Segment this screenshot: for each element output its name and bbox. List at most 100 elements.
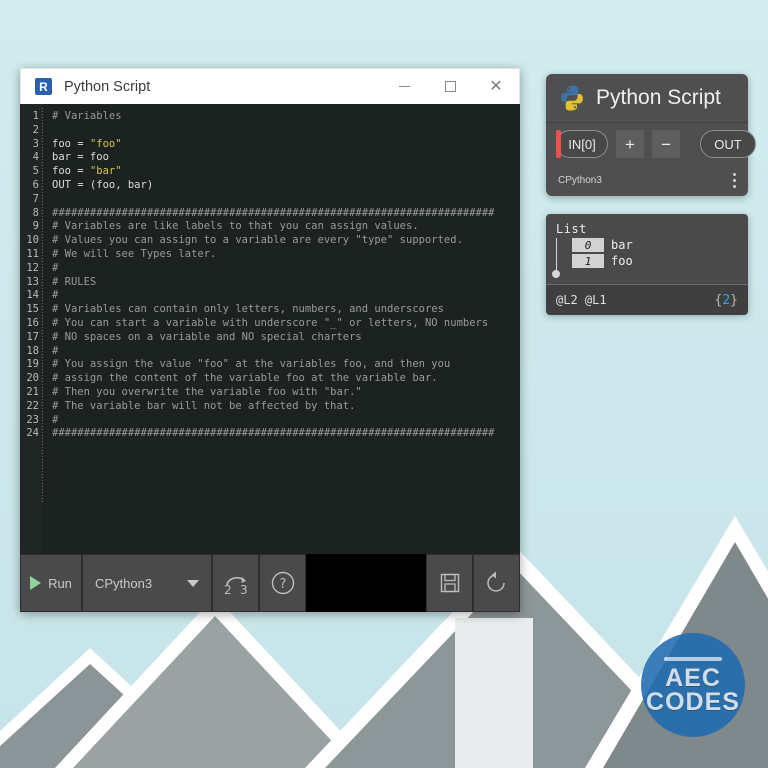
input-port-in0[interactable]: IN[0] — [556, 130, 608, 158]
code-token: # We will see Types later. — [52, 247, 217, 260]
rhino-r-icon: R — [35, 78, 52, 95]
code-line: # NO spaces on a variable and NO special… — [52, 331, 520, 345]
list-output-panel: List 0 bar 1 foo @L2 @L1 {2} — [546, 214, 748, 315]
code-token: # You can start a variable with undersco… — [52, 316, 489, 329]
code-editor[interactable]: 1 2 3 4 5 6 7 8 9 10 11 12 13 14 15 16 17 18 19 20 21 22 23 24 … — [20, 104, 520, 554]
list-footer: @L2 @L1 {2} — [546, 284, 748, 315]
list-count-badge: {2} — [715, 293, 738, 308]
line-number: 18 — [26, 344, 39, 357]
code-line: # assign the content of the variable foo… — [52, 372, 520, 386]
count-brace-close: } — [730, 292, 738, 308]
code-token: bar = foo — [52, 151, 109, 164]
code-token: "bar" — [89, 165, 122, 178]
reset-button[interactable] — [473, 554, 520, 612]
code-token: # Then you overwrite the variable foo wi… — [52, 385, 362, 398]
line-number: 13 — [26, 275, 39, 288]
svg-text:2: 2 — [224, 583, 232, 597]
code-token: ########################################… — [52, 206, 495, 219]
line-number: 9 — [32, 220, 39, 233]
code-token: # Values you can assign to a variable ar… — [52, 234, 463, 247]
code-token: foo = — [52, 165, 90, 178]
code-line: OUT = (foo, bar) — [52, 179, 520, 193]
help-button[interactable]: ? — [259, 554, 306, 612]
play-triangle-icon — [30, 576, 42, 590]
line-number: 2 — [32, 123, 39, 136]
code-line: # Variables are like labels to that you … — [52, 220, 520, 234]
run-button[interactable]: Run — [20, 554, 82, 612]
line-number: 16 — [26, 316, 39, 329]
code-token: "foo" — [89, 137, 122, 150]
remove-param-button[interactable]: − — [652, 130, 680, 158]
interpreter-value: CPython3 — [95, 575, 153, 591]
input-status-indicator — [556, 130, 561, 158]
code-line: # — [52, 262, 520, 276]
list-endpoint-dot — [552, 270, 560, 278]
code-token: # Variables — [52, 110, 122, 122]
minimize-button[interactable] — [381, 69, 427, 105]
component-header: Python Script — [546, 74, 748, 123]
code-line: # You can start a variable with undersco… — [52, 317, 520, 331]
line-number: 14 — [26, 289, 39, 302]
code-line: ########################################… — [52, 207, 520, 221]
line-number: 6 — [32, 178, 39, 191]
line-number: 1 — [32, 110, 39, 122]
code-line: # You assign the value "foo" at the vari… — [52, 358, 520, 372]
grasshopper-python-component[interactable]: Python Script IN[0] + − OUT CPython3 — [546, 74, 756, 196]
window-title-bar: R Python Script ✕ — [20, 68, 520, 104]
maximize-button[interactable] — [427, 69, 473, 105]
code-line: # — [52, 414, 520, 428]
line-number: 19 — [26, 358, 39, 371]
list-item-index: 0 — [572, 238, 604, 252]
line-number-gutter: 1 2 3 4 5 6 7 8 9 10 11 12 13 14 15 16 17 18 19 20 21 22 23 24 — [20, 104, 42, 554]
code-token: # You assign the value "foo" at the vari… — [52, 358, 451, 371]
code-token: # assign the content of the variable foo… — [52, 372, 438, 385]
list-item: 1 foo — [572, 254, 748, 268]
list-item-value: bar — [611, 238, 633, 252]
svg-text:?: ? — [279, 577, 286, 592]
code-line: ########################################… — [52, 427, 520, 441]
python-logo-icon — [561, 85, 583, 111]
line-number: 22 — [26, 399, 39, 412]
code-token: # Variables are like labels to that you … — [52, 220, 419, 233]
code-line: # Then you overwrite the variable foo wi… — [52, 386, 520, 400]
component-interpreter-label: CPython3 — [558, 174, 602, 186]
code-line: # — [52, 289, 520, 303]
interpreter-dropdown[interactable]: CPython3 — [82, 554, 212, 612]
toolbar-spacer — [306, 554, 426, 612]
logo-line-1: AEC — [665, 663, 721, 692]
list-title: List — [556, 222, 587, 236]
line-number: 21 — [26, 385, 39, 398]
component-ports: IN[0] + − OUT — [546, 123, 756, 165]
line-number: 12 — [26, 261, 39, 274]
line-number: 7 — [32, 192, 39, 205]
line-number: 20 — [26, 372, 39, 385]
output-port-out[interactable]: OUT — [700, 130, 756, 158]
logo-line-2: CODES — [646, 687, 740, 716]
code-content[interactable]: # Variables foo = "foo" bar = foo foo = "b… — [43, 104, 520, 554]
list-item-value: foo — [611, 254, 633, 268]
svg-text:3: 3 — [240, 583, 248, 597]
code-line: # We will see Types later. — [52, 248, 520, 262]
code-token: OUT = (foo, bar) — [52, 178, 154, 191]
close-button[interactable]: ✕ — [473, 69, 519, 105]
add-param-button[interactable]: + — [616, 130, 644, 158]
maximize-icon — [444, 81, 456, 92]
line-number: 15 — [26, 303, 39, 316]
line-number: 8 — [32, 206, 39, 219]
save-button[interactable] — [426, 554, 473, 612]
code-line: # — [52, 345, 520, 359]
code-token: # RULES — [52, 275, 97, 288]
line-number: 17 — [26, 330, 39, 343]
kebab-menu-icon[interactable] — [733, 172, 736, 188]
code-line: # RULES — [52, 276, 520, 290]
window-title: Python Script — [64, 78, 151, 95]
line-number: 11 — [26, 247, 39, 260]
code-line: # Variables can contain only letters, nu… — [52, 303, 520, 317]
component-footer: CPython3 — [546, 165, 748, 195]
convert-2to3-button[interactable]: 2 3 — [212, 554, 259, 612]
line-number: 24 — [26, 427, 39, 440]
code-line: # Variables — [52, 110, 520, 124]
code-token: # NO spaces on a variable and NO special… — [52, 330, 362, 343]
